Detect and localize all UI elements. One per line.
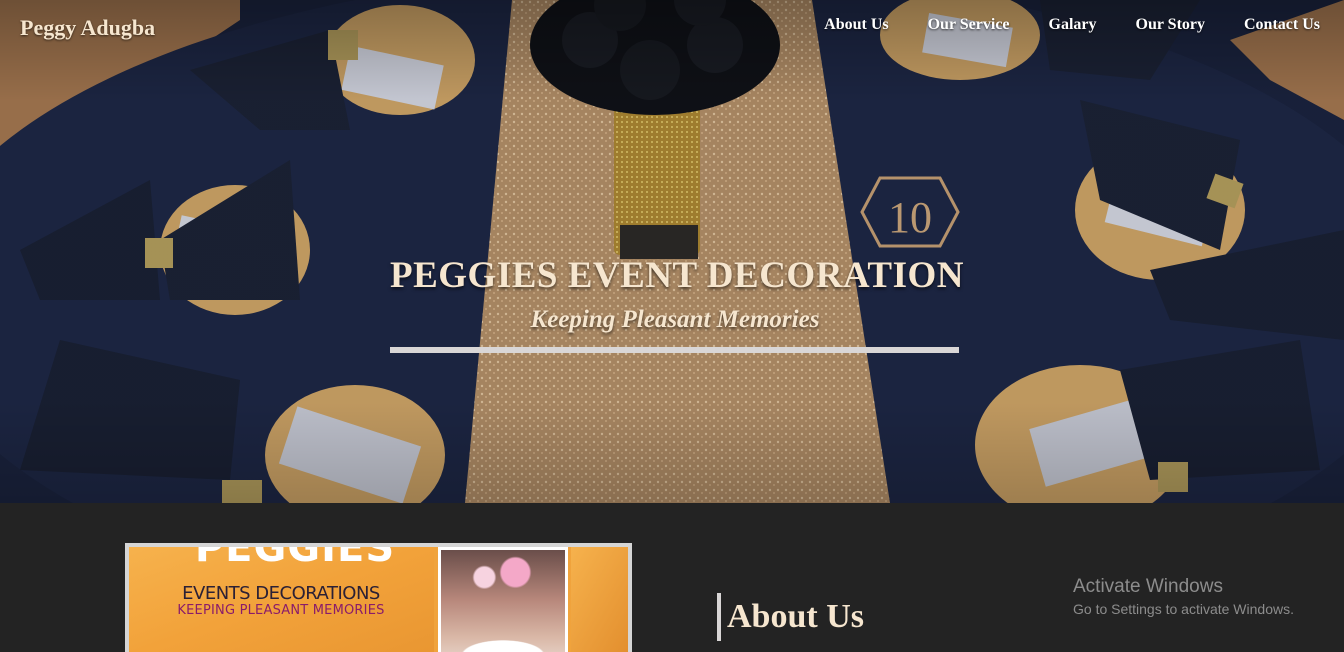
hero-subtitle: Keeping Pleasant Memories [530, 306, 820, 333]
flyer-right-panel [571, 547, 628, 652]
main-nav: About Us Our Service Galary Our Story Co… [824, 16, 1320, 34]
flyer-event-photo [438, 547, 568, 652]
flyer-line2: KEEPING PLEASANT MEMORIES [177, 603, 385, 618]
flyer-line1: EVENTS DECORATIONS [182, 583, 380, 604]
nav-about-us[interactable]: About Us [824, 16, 888, 34]
nav-contact-us[interactable]: Contact Us [1244, 16, 1320, 34]
hero-divider [390, 347, 959, 353]
about-heading: About Us [717, 593, 864, 641]
flyer-big-text: PEGGIES [194, 543, 396, 571]
nav-our-service[interactable]: Our Service [928, 16, 1010, 34]
nav-galary[interactable]: Galary [1049, 16, 1097, 34]
watermark-title: Activate Windows [1073, 576, 1223, 597]
nav-our-story[interactable]: Our Story [1136, 16, 1205, 34]
windows-activation-watermark: Activate Windows Go to Settings to activ… [1073, 576, 1294, 619]
hero-banner: 10 Peggy Adugba About Us Our Service [0, 0, 1344, 503]
flyer-orange-panel: PEGGIES EVENTS DECORATIONS KEEPING PLEAS… [129, 547, 434, 652]
brand-logo-text[interactable]: Peggy Adugba [20, 15, 155, 41]
hero-overlay [0, 0, 1344, 503]
hero-title: PEGGIES EVENT DECORATION [390, 255, 964, 296]
about-flyer-image: PEGGIES EVENTS DECORATIONS KEEPING PLEAS… [125, 543, 632, 652]
watermark-subtitle: Go to Settings to activate Windows. [1073, 601, 1294, 617]
